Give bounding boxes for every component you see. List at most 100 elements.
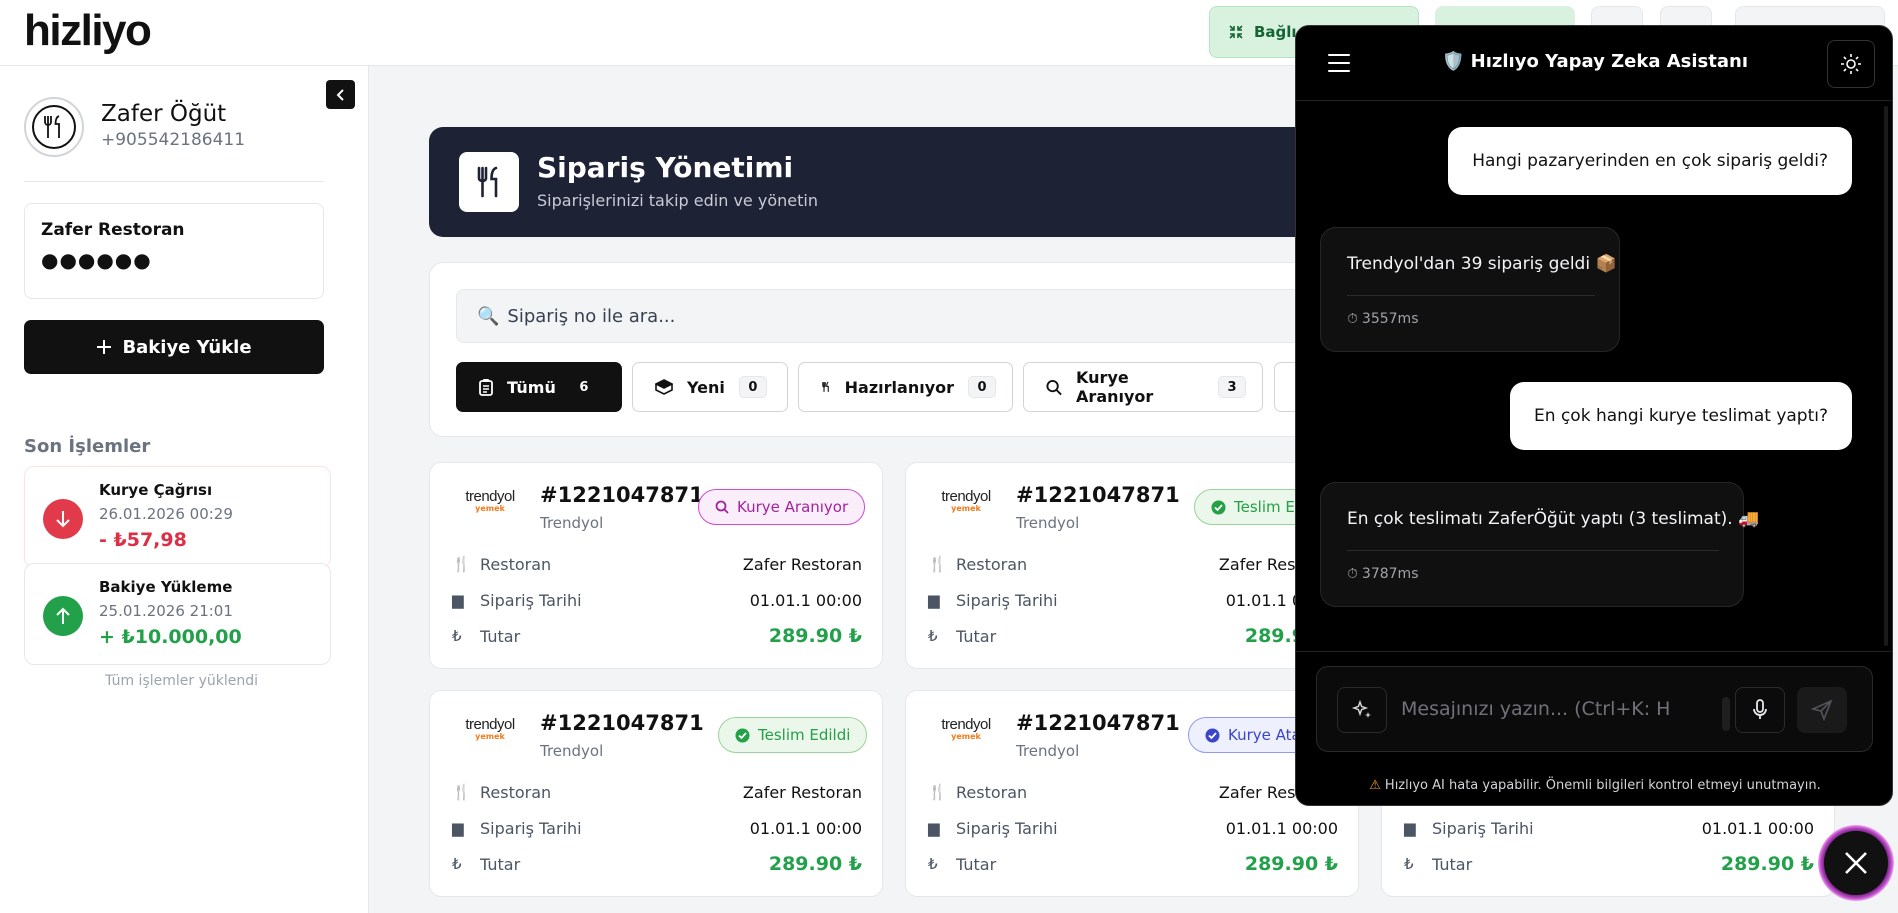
- order-card[interactable]: trendyol yemek #1221047871 Trendyol Kurye…: [429, 462, 883, 669]
- order-number: #1221047871: [540, 711, 704, 735]
- fork-knife-icon: [44, 115, 60, 138]
- sidebar-collapse-button[interactable]: [326, 80, 355, 109]
- utensils-icon: [459, 152, 519, 212]
- check-circle-icon: [735, 728, 750, 742]
- theme-toggle-button[interactable]: [1827, 40, 1875, 88]
- trendyol-logo: trendyol yemek: [465, 488, 515, 513]
- search-input[interactable]: 🔍 Sipariş no ile ara...: [456, 289, 1330, 343]
- warning-icon: ⚠: [1369, 778, 1381, 793]
- utensils-icon: 🍴: [452, 783, 471, 801]
- calendar-icon: ▆: [928, 591, 940, 609]
- arrow-up-icon: [43, 596, 83, 636]
- page-subtitle: Siparişlerinizi takip edin ve yönetin: [537, 191, 818, 210]
- chat-header: 🛡️ Hızlıyo Yapay Zeka Asistanı: [1296, 26, 1892, 101]
- search-placeholder: Sipariş no ile ara...: [507, 305, 676, 327]
- close-chat-button[interactable]: [1818, 825, 1894, 901]
- ai-disclaimer: ⚠ Hızlıyo AI hata yapabilir. Önemli bilgi…: [1369, 778, 1821, 793]
- transaction-item[interactable]: Kurye Çağrısı 26.01.2026 00:29 - ₺57,98: [24, 466, 331, 568]
- user-message: En çok hangi kurye teslimat yaptı?: [1510, 382, 1852, 450]
- assistant-message: Trendyol'dan 39 sipariş geldi 📦 ⏱ 3557ms: [1320, 227, 1620, 352]
- order-row-amount: ₺ Tutar 289.90 ₺: [928, 625, 1338, 647]
- tab-all[interactable]: Tümü 6: [456, 362, 622, 412]
- utensils-icon: [822, 381, 829, 392]
- tab-searching-courier[interactable]: Kurye Aranıyor 3: [1023, 362, 1263, 412]
- order-platform: Trendyol: [540, 514, 604, 532]
- tab-label: Hazırlanıyor: [844, 377, 954, 397]
- stopwatch-icon: ⏱: [1347, 566, 1358, 582]
- order-row-amount: ₺ Tutar 289.90 ₺: [1404, 853, 1814, 875]
- order-platform: Trendyol: [540, 742, 604, 760]
- restaurant-card: Zafer Restoran ●●●●●●: [24, 203, 324, 299]
- chat-input-area: Mesajınızı yazın... (Ctrl+K: Hızlı: [1316, 666, 1873, 752]
- search-icon: [1046, 379, 1062, 395]
- ai-suggestions-button[interactable]: [1337, 687, 1387, 733]
- transaction-date: 26.01.2026 00:29: [99, 505, 233, 523]
- order-row-date: ▆ Sipariş Tarihi 01.01.1 00:00: [452, 590, 862, 610]
- user-message: Hangi pazaryerinden en çok sipariş geldi…: [1448, 127, 1852, 195]
- transaction-title: Bakiye Yükleme: [99, 578, 233, 596]
- utensils-icon: 🍴: [452, 555, 471, 573]
- divider: [1296, 651, 1892, 652]
- topup-balance-button[interactable]: Bakiye Yükle: [24, 320, 324, 374]
- microphone-icon: [1753, 699, 1767, 719]
- tab-count: 3: [1218, 376, 1246, 398]
- page-title: Sipariş Yönetimi: [537, 151, 794, 184]
- app-logo[interactable]: hizliyo: [24, 6, 152, 56]
- order-row-restaurant: 🍴 Restoran Zafer Restoran: [928, 554, 1338, 574]
- restaurant-password: ●●●●●●: [41, 248, 152, 272]
- order-number: #1221047871: [1016, 711, 1180, 735]
- order-row-date: ▆ Sipariş Tarihi 01.01.1 00:00: [928, 818, 1338, 838]
- chat-scrollbar[interactable]: [1884, 106, 1888, 646]
- check-circle-icon: [1211, 500, 1226, 514]
- sparkles-icon: [1351, 699, 1371, 718]
- ai-assistant-panel: 🛡️ Hızlıyo Yapay Zeka Asistanı Hangi paz…: [1295, 25, 1893, 806]
- status-badge: Kurye Aranıyor: [698, 489, 866, 525]
- send-button[interactable]: [1797, 687, 1847, 733]
- divider: [24, 181, 324, 182]
- user-name: Zafer Öğüt: [101, 101, 227, 127]
- close-icon: [1845, 852, 1867, 874]
- all-loaded-text: Tüm işlemler yüklendi: [104, 673, 259, 689]
- calendar-icon: ▆: [1404, 819, 1416, 837]
- order-row-date: ▆ Sipariş Tarihi 01.01.1 00:00: [928, 590, 1338, 610]
- mask-icon: 🛡️: [1441, 51, 1471, 72]
- trendyol-logo: trendyol yemek: [941, 488, 991, 513]
- arrow-down-icon: [43, 499, 83, 539]
- order-row-amount: ₺ Tutar 289.90 ₺: [928, 853, 1338, 875]
- order-row-date: ▆ Sipariş Tarihi 01.01.1 00:00: [452, 818, 862, 838]
- transaction-item[interactable]: Bakiye Yükleme 25.01.2026 21:01 + ₺10.00…: [24, 563, 331, 665]
- message-input[interactable]: Mesajınızı yazın... (Ctrl+K: Hızlı: [1401, 698, 1671, 720]
- calendar-icon: ▆: [928, 819, 940, 837]
- avatar: [24, 97, 84, 157]
- order-card[interactable]: trendyol yemek #1221047871 Trendyol Tesli…: [429, 690, 883, 897]
- sun-icon: [1841, 54, 1861, 74]
- trendyol-logo: trendyol yemek: [465, 716, 515, 741]
- check-circle-icon: [1205, 728, 1220, 742]
- recent-transactions-title: Son İşlemler: [24, 436, 151, 457]
- order-card[interactable]: trendyol yemek #1221047871 Trendyol Tesli…: [905, 462, 1359, 669]
- tab-new[interactable]: Yeni 0: [632, 362, 788, 412]
- order-row-restaurant: 🍴 Restoran Zafer Restoran: [928, 782, 1338, 802]
- order-row-date: ▆ Sipariş Tarihi 01.01.1 00:00: [1404, 818, 1814, 838]
- order-card[interactable]: trendyol yemek #1221047871 Trendyol Kurye…: [905, 690, 1359, 897]
- input-scrollbar: [1722, 697, 1730, 731]
- voice-input-button[interactable]: [1735, 687, 1785, 733]
- topup-balance-label: Bakiye Yükle: [122, 336, 252, 358]
- order-platform: Trendyol: [1016, 742, 1080, 760]
- utensils-icon: 🍴: [928, 783, 947, 801]
- trendyol-logo: trendyol yemek: [941, 716, 991, 741]
- search-icon: 🔍: [477, 305, 500, 327]
- plus-icon: [97, 340, 112, 354]
- restaurant-name: Zafer Restoran: [41, 220, 185, 240]
- lira-icon: ₺: [452, 627, 462, 645]
- order-platform: Trendyol: [1016, 514, 1080, 532]
- order-row-amount: ₺ Tutar 289.90 ₺: [452, 853, 862, 875]
- calendar-icon: ▆: [452, 591, 464, 609]
- lira-icon: ₺: [928, 627, 938, 645]
- order-row-restaurant: 🍴 Restoran Zafer Restoran: [452, 554, 862, 574]
- search-icon: [715, 500, 729, 514]
- tab-label: Tümü: [507, 377, 556, 397]
- status-badge: Teslim Edildi: [718, 717, 868, 753]
- tab-preparing[interactable]: Hazırlanıyor 0: [798, 362, 1013, 412]
- calendar-icon: ▆: [452, 819, 464, 837]
